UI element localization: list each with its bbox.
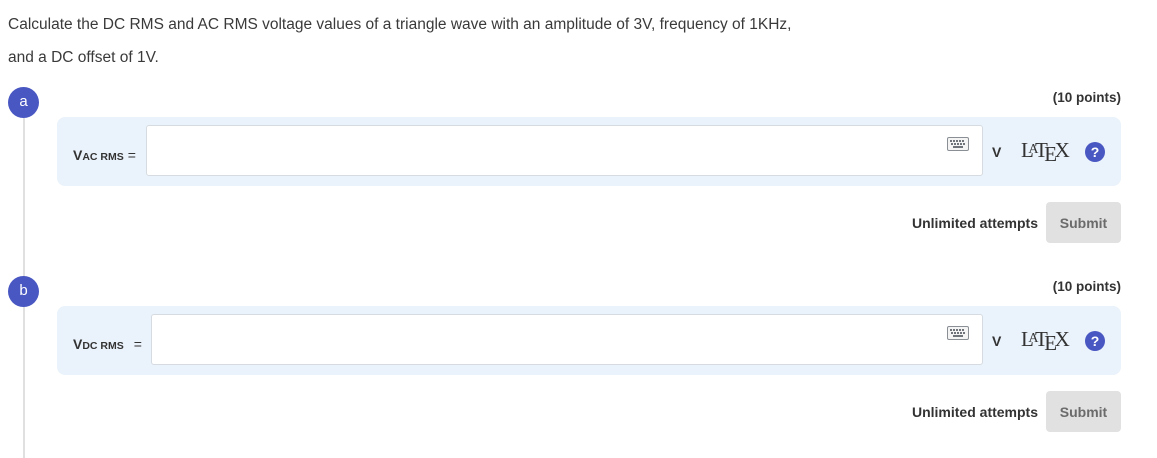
part-b-unit: V bbox=[992, 333, 1002, 349]
keyboard-icon[interactable] bbox=[947, 326, 969, 340]
part-a-variable-label: VAC RMS = bbox=[73, 147, 136, 163]
part-b-variable-label: VDC RMS = bbox=[73, 336, 142, 352]
part-a-unit: V bbox=[992, 144, 1002, 160]
part-b-points: (10 points) bbox=[1052, 279, 1121, 294]
equals-sign: = bbox=[127, 147, 136, 163]
part-b-answer-field[interactable] bbox=[151, 314, 983, 365]
variable-subscript: DC RMS bbox=[82, 340, 124, 352]
part-b-answer-input[interactable] bbox=[152, 315, 952, 364]
part-b-submit-button[interactable]: Submit bbox=[1046, 391, 1121, 432]
part-a-answer-box: VAC RMS = V LATEX ? bbox=[57, 117, 1121, 186]
part-a-submit-button[interactable]: Submit bbox=[1046, 202, 1121, 243]
latex-logo[interactable]: LATEX bbox=[1021, 138, 1070, 166]
help-icon[interactable]: ? bbox=[1085, 142, 1105, 162]
variable-symbol: V bbox=[73, 336, 83, 352]
part-b-attempts: Unlimited attempts bbox=[911, 404, 1038, 420]
part-a-attempts: Unlimited attempts bbox=[911, 215, 1038, 231]
latex-logo[interactable]: LATEX bbox=[1021, 327, 1070, 355]
part-a-answer-input[interactable] bbox=[147, 126, 947, 175]
part-a-answer-field[interactable] bbox=[146, 125, 983, 176]
keyboard-icon[interactable] bbox=[947, 137, 969, 151]
part-b-answer-box: VDC RMS = V LATEX ? bbox=[57, 306, 1121, 375]
part-a-points: (10 points) bbox=[1052, 90, 1121, 105]
variable-subscript: AC RMS bbox=[82, 151, 124, 163]
question-text: Calculate the DC RMS and AC RMS voltage … bbox=[8, 16, 792, 66]
part-b-badge: b bbox=[8, 276, 39, 307]
variable-symbol: V bbox=[73, 147, 83, 163]
equals-sign: = bbox=[133, 336, 142, 352]
part-a-badge: a bbox=[8, 87, 39, 118]
help-icon[interactable]: ? bbox=[1085, 331, 1105, 351]
